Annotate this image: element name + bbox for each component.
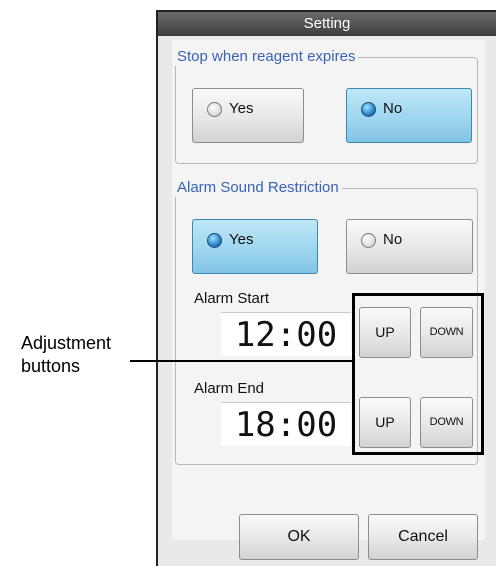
stop-no-button[interactable]: No bbox=[346, 88, 472, 143]
stop-when-expires-title: Stop when reagent expires bbox=[174, 48, 359, 66]
radio-selected-icon bbox=[207, 233, 222, 248]
stop-yes-button[interactable]: Yes bbox=[192, 88, 304, 143]
stop-no-label: No bbox=[383, 100, 403, 117]
radio-selected-icon bbox=[361, 102, 376, 117]
stop-when-expires-group: Stop when reagent expires Yes No bbox=[174, 48, 478, 164]
alarm-yes-button[interactable]: Yes bbox=[192, 219, 318, 274]
adjustment-buttons-callout-box bbox=[352, 293, 484, 455]
ok-button[interactable]: OK bbox=[239, 514, 359, 560]
cancel-button[interactable]: Cancel bbox=[368, 514, 478, 560]
stop-yes-label: Yes bbox=[229, 100, 254, 117]
callout-line2: buttons bbox=[21, 356, 81, 376]
alarm-no-label: No bbox=[383, 231, 403, 248]
radio-unselected-icon bbox=[207, 102, 222, 117]
settings-panel: Stop when reagent expires Yes No Alarm S… bbox=[172, 40, 485, 560]
dialog-title: Setting bbox=[158, 12, 496, 36]
alarm-start-label: Alarm Start bbox=[194, 290, 270, 307]
radio-unselected-icon bbox=[361, 233, 376, 248]
alarm-end-label: Alarm End bbox=[194, 380, 265, 397]
alarm-start-time: 12:00 bbox=[221, 312, 351, 356]
setting-dialog: Setting Stop when reagent expires Yes No… bbox=[156, 10, 496, 566]
callout-line1: Adjustment bbox=[21, 333, 112, 353]
alarm-no-button[interactable]: No bbox=[346, 219, 473, 274]
alarm-sound-restriction-title: Alarm Sound Restriction bbox=[174, 179, 342, 197]
alarm-yes-label: Yes bbox=[229, 231, 254, 248]
callout-text: Adjustment buttons bbox=[21, 332, 111, 378]
callout-line bbox=[130, 360, 352, 362]
alarm-end-time: 18:00 bbox=[221, 402, 351, 446]
